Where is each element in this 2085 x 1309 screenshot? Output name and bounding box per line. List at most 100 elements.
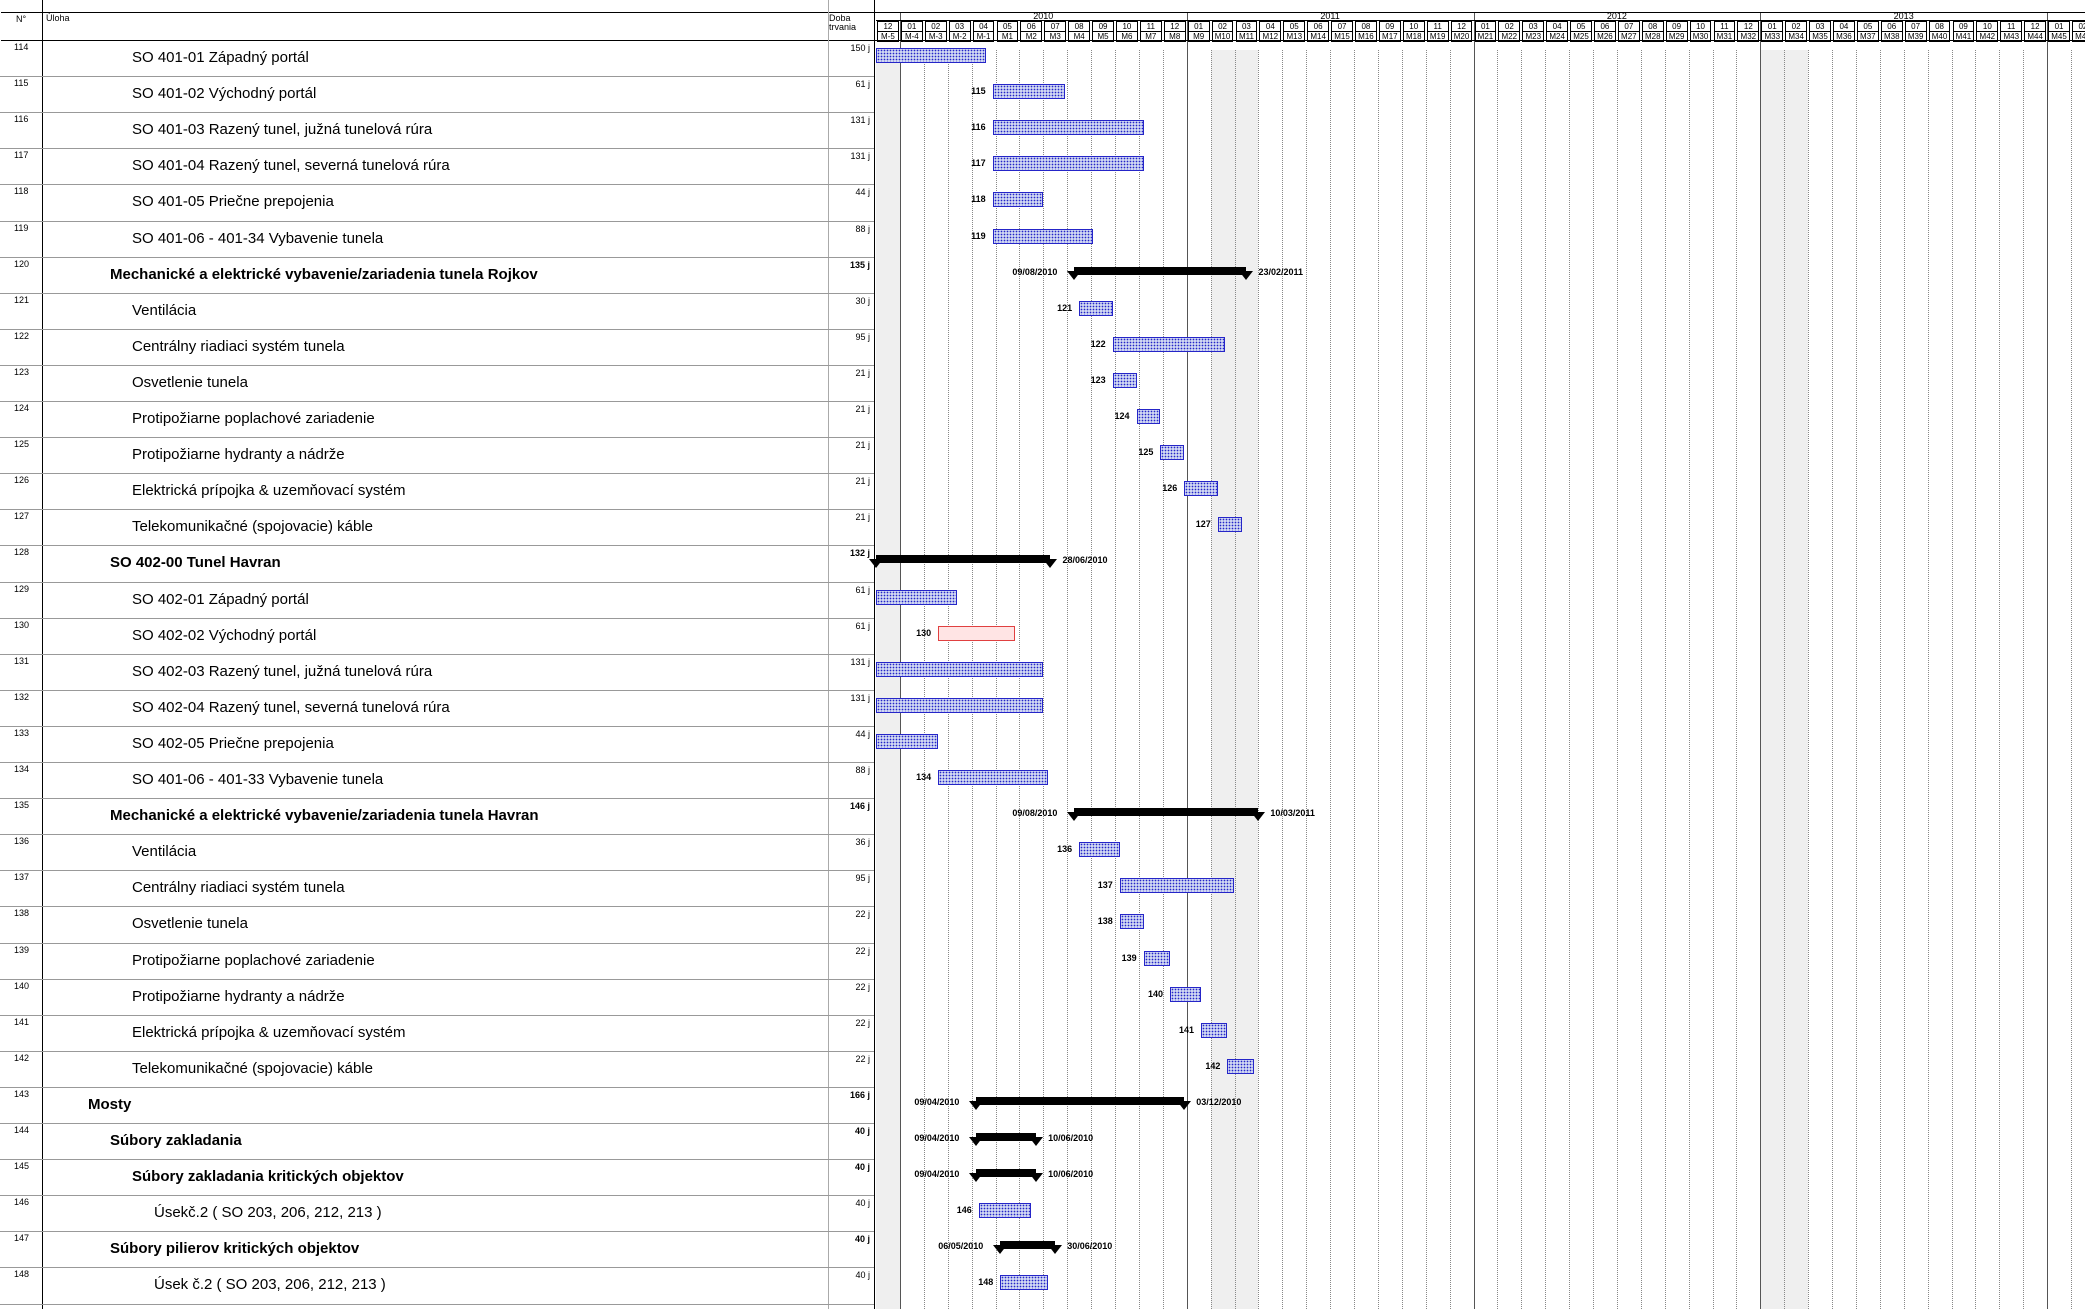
header-milestone: M33 [1761, 31, 1784, 42]
header-milestone: M30 [1689, 31, 1712, 42]
task-duration: 21 j [855, 367, 870, 378]
task-bar[interactable] [876, 589, 958, 605]
row-divider [0, 689, 874, 691]
row-divider [0, 364, 874, 366]
task-bar[interactable] [1184, 481, 1218, 497]
task-name[interactable]: SO 402-02 Východný portál [132, 627, 316, 644]
task-name[interactable]: SO 401-05 Priečne prepojenia [132, 193, 334, 210]
row-divider [0, 725, 874, 727]
task-bar[interactable] [993, 120, 1144, 136]
summary-bar[interactable] [1067, 808, 1266, 822]
task-name[interactable]: Protipožiarne poplachové zariadenie [132, 410, 375, 427]
year-gridline [899, 12, 901, 1309]
task-name[interactable]: SO 401-04 Razený tunel, severná tunelová… [132, 157, 450, 174]
task-name[interactable]: Ventilácia [132, 302, 196, 319]
task-name[interactable]: Mosty [88, 1096, 131, 1113]
task-name[interactable]: SO 402-01 Západný portál [132, 591, 309, 608]
task-duration: 61 j [855, 79, 870, 90]
summary-start-marker [1067, 270, 1082, 280]
task-name[interactable]: Mechanické a elektrické vybavenie/zariad… [110, 807, 539, 824]
task-bar[interactable] [993, 192, 1044, 208]
summary-bar[interactable] [993, 1241, 1063, 1255]
task-name[interactable]: Súbory pilierov kritických objektov [110, 1240, 359, 1257]
task-bar[interactable] [1169, 986, 1202, 1002]
task-bar[interactable] [1201, 1022, 1228, 1038]
task-bar-label: 136 [1057, 844, 1073, 855]
summary-end-marker [1177, 1100, 1192, 1110]
task-bar[interactable] [1112, 336, 1225, 352]
task-name[interactable]: Protipožiarne hydranty a nádrže [132, 988, 345, 1005]
task-name[interactable]: SO 402-04 Razený tunel, severná tunelová… [132, 699, 450, 716]
task-bar[interactable] [993, 156, 1144, 172]
task-name[interactable]: Telekomunikačné (spojovacie) káble [132, 518, 373, 535]
task-name[interactable]: Úsekč.2 ( SO 203, 206, 212, 213 ) [154, 1204, 382, 1221]
header-milestone: M41 [1952, 31, 1975, 42]
task-bar[interactable] [876, 697, 1044, 713]
row-number: 126 [14, 475, 30, 486]
summary-end-marker [1029, 1137, 1044, 1146]
header-milestone: M28 [1641, 31, 1664, 42]
task-duration: 40 j [855, 1198, 870, 1209]
task-name[interactable]: Úsek č.2 ( SO 203, 206, 212, 213 ) [154, 1276, 386, 1293]
task-bar[interactable] [876, 48, 986, 63]
task-name[interactable]: Telekomunikačné (spojovacie) káble [132, 1060, 373, 1077]
task-bar[interactable] [1160, 445, 1185, 461]
task-bar[interactable] [993, 228, 1094, 244]
task-bar[interactable] [876, 661, 1044, 677]
task-name[interactable]: Centrálny riadiaci systém tunela [132, 879, 345, 896]
task-bar[interactable] [1079, 300, 1113, 316]
task-bar[interactable] [1112, 372, 1137, 388]
task-name[interactable]: SO 401-01 Západný portál [132, 49, 309, 66]
row-divider [0, 1050, 874, 1052]
task-bar[interactable] [1079, 842, 1120, 858]
task-name[interactable]: Elektrická prípojka & uzemňovací systém [132, 1024, 405, 1041]
month-gridline [2071, 50, 2072, 1309]
summary-bar[interactable] [1067, 266, 1254, 280]
task-bar[interactable] [938, 625, 1015, 641]
task-bar[interactable] [978, 1203, 1032, 1219]
task-name[interactable]: SO 402-05 Priečne prepojenia [132, 735, 334, 752]
row-divider [0, 1195, 874, 1197]
task-name[interactable]: SO 401-06 - 401-34 Vybavenie tunela [132, 230, 383, 247]
task-bar[interactable] [1136, 409, 1161, 424]
summary-bar[interactable] [969, 1169, 1044, 1183]
month-gridline [1449, 50, 1451, 1309]
header-milestone: M44 [2024, 31, 2047, 42]
summary-bar[interactable] [969, 1133, 1044, 1146]
row-divider [0, 1014, 874, 1016]
task-bar[interactable] [1217, 517, 1242, 533]
task-bar[interactable] [1227, 1058, 1254, 1074]
row-number: 137 [14, 872, 30, 883]
header-col-task: Úloha [46, 13, 70, 23]
task-name[interactable]: Osvetlenie tunela [132, 374, 248, 391]
task-name[interactable]: Centrálny riadiaci systém tunela [132, 338, 345, 355]
task-name[interactable]: Protipožiarne poplachové zariadenie [132, 952, 375, 969]
task-name[interactable]: Elektrická prípojka & uzemňovací systém [132, 482, 405, 499]
task-bar[interactable] [938, 770, 1049, 785]
task-name[interactable]: Protipožiarne hydranty a nádrže [132, 446, 345, 463]
row-divider [0, 906, 874, 908]
task-name[interactable]: Osvetlenie tunela [132, 915, 248, 932]
summary-end-marker [1239, 270, 1254, 280]
row-number: 140 [14, 980, 30, 991]
task-bar[interactable] [993, 84, 1065, 100]
task-name[interactable]: SO 402-03 Razený tunel, južná tunelová r… [132, 663, 432, 680]
task-bar[interactable] [876, 733, 939, 749]
task-bar[interactable] [1119, 878, 1235, 894]
summary-bar[interactable] [969, 1096, 1192, 1110]
task-bar[interactable] [1143, 950, 1170, 966]
task-name[interactable]: Súbory zakladania [110, 1132, 242, 1149]
task-name[interactable]: SO 401-03 Razený tunel, južná tunelová r… [132, 121, 432, 138]
task-bar[interactable] [1000, 1275, 1049, 1291]
task-name[interactable]: SO 401-02 Východný portál [132, 85, 316, 102]
task-name[interactable]: SO 401-06 - 401-33 Vybavenie tunela [132, 771, 383, 788]
task-name[interactable]: Súbory zakladania kritických objektov [132, 1168, 404, 1185]
task-name[interactable]: Mechanické a elektrické vybavenie/zariad… [110, 266, 538, 283]
task-name[interactable]: Ventilácia [132, 843, 196, 860]
summary-bar[interactable] [869, 555, 1058, 569]
task-name[interactable]: SO 402-00 Tunel Havran [110, 554, 281, 571]
task-duration: 21 j [855, 512, 870, 523]
task-bar[interactable] [1119, 914, 1144, 930]
row-number: 141 [14, 1016, 30, 1027]
row-divider [0, 581, 874, 583]
